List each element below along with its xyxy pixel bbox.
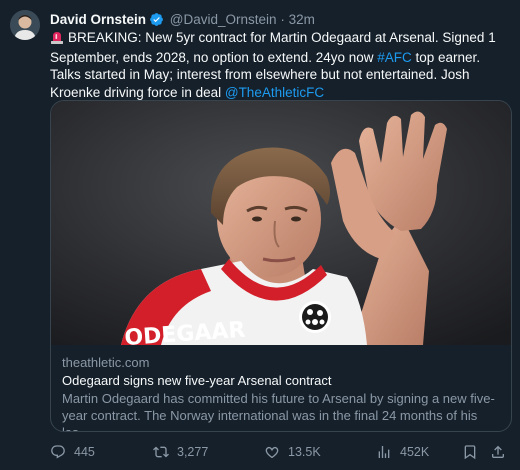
repost-count: 3,277 bbox=[177, 445, 209, 459]
reply-icon bbox=[50, 444, 66, 460]
tweet-text: BREAKING: New 5yr contract for Martin Od… bbox=[50, 29, 508, 101]
hashtag-link[interactable]: #AFC bbox=[377, 50, 412, 65]
siren-emoji-icon bbox=[50, 30, 64, 49]
link-card[interactable]: ODEGAAR theathletic.com Odegaard signs n… bbox=[50, 100, 512, 432]
mention-link[interactable]: @TheAthleticFC bbox=[225, 85, 324, 100]
reply-button[interactable]: 445 bbox=[50, 442, 95, 462]
card-title: Odegaard signs new five-year Arsenal con… bbox=[62, 373, 332, 388]
tweet[interactable]: David Ornstein @David_Ornstein · 32m BRE… bbox=[0, 0, 520, 470]
timestamp[interactable]: 32m bbox=[289, 12, 315, 27]
like-count: 13.5K bbox=[288, 445, 321, 459]
card-info[interactable]: theathletic.com Odegaard signs new five-… bbox=[51, 345, 511, 431]
like-button[interactable]: 13.5K bbox=[264, 442, 321, 462]
views-icon bbox=[376, 444, 392, 460]
share-button[interactable] bbox=[490, 442, 506, 462]
like-icon bbox=[264, 444, 280, 460]
author-name[interactable]: David Ornstein bbox=[50, 12, 146, 27]
action-bar: 445 3,277 13.5K 452K bbox=[50, 442, 510, 462]
bookmark-button[interactable] bbox=[462, 442, 478, 462]
author-handle[interactable]: @David_Ornstein bbox=[170, 12, 277, 27]
share-icon bbox=[490, 444, 506, 460]
card-description: Martin Odegaard has committed his future… bbox=[62, 391, 495, 431]
separator-dot: · bbox=[280, 12, 285, 27]
bookmark-icon bbox=[462, 444, 478, 460]
views-count: 452K bbox=[400, 445, 430, 459]
card-image[interactable]: ODEGAAR bbox=[51, 101, 511, 351]
avatar[interactable] bbox=[10, 10, 40, 40]
card-domain: theathletic.com bbox=[62, 355, 150, 370]
views-button[interactable]: 452K bbox=[376, 442, 429, 462]
repost-icon bbox=[153, 444, 169, 460]
reply-count: 445 bbox=[74, 445, 95, 459]
repost-button[interactable]: 3,277 bbox=[153, 442, 208, 462]
